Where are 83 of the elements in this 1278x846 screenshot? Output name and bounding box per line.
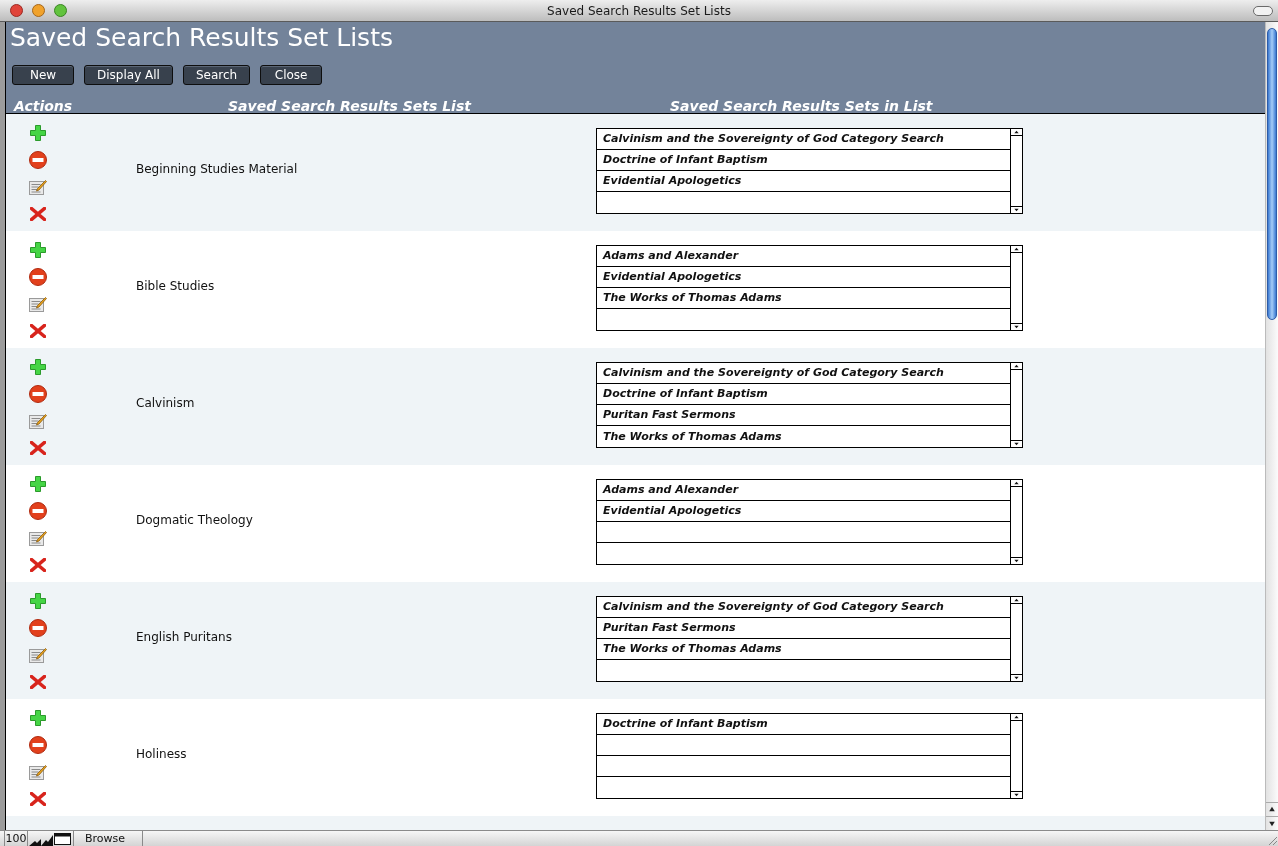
scrollbar[interactable] bbox=[1265, 22, 1278, 830]
list-item[interactable]: The Works of Thomas Adams bbox=[603, 291, 782, 305]
up-arrow-icon[interactable] bbox=[1011, 363, 1022, 370]
plus-icon[interactable] bbox=[30, 476, 46, 492]
x-icon[interactable] bbox=[30, 675, 46, 689]
zoom-icon[interactable] bbox=[54, 4, 67, 17]
list-item[interactable]: Evidential Apologetics bbox=[603, 504, 742, 518]
plus-icon[interactable] bbox=[30, 125, 46, 141]
down-arrow-icon[interactable] bbox=[1011, 440, 1022, 447]
plus-icon[interactable] bbox=[30, 242, 46, 258]
minimize-icon[interactable] bbox=[32, 4, 45, 17]
down-arrow-icon[interactable] bbox=[1011, 323, 1022, 330]
x-icon[interactable] bbox=[30, 558, 46, 572]
list-scrollbar[interactable] bbox=[1010, 246, 1022, 330]
list-item[interactable]: Evidential Apologetics bbox=[603, 174, 742, 188]
list-scrollbar[interactable] bbox=[1010, 363, 1022, 447]
minus-icon[interactable] bbox=[29, 268, 47, 286]
zoom-level[interactable]: 100 bbox=[4, 831, 28, 846]
window-icon[interactable] bbox=[54, 832, 71, 845]
note-pencil-icon[interactable] bbox=[29, 179, 47, 195]
list-name: Bible Studies bbox=[136, 279, 215, 293]
list-name: Calvinism bbox=[136, 396, 195, 410]
up-arrow-icon[interactable] bbox=[1011, 597, 1022, 604]
list-name: Holiness bbox=[136, 747, 187, 761]
list-name: Dogmatic Theology bbox=[136, 513, 253, 527]
column-heading: Saved Search Results Sets List bbox=[228, 98, 471, 114]
down-arrow-icon[interactable] bbox=[1011, 557, 1022, 564]
list-scrollbar[interactable] bbox=[1010, 597, 1022, 681]
list-item[interactable]: Doctrine of Infant Baptism bbox=[603, 153, 768, 167]
x-icon[interactable] bbox=[30, 441, 46, 455]
note-pencil-icon[interactable] bbox=[29, 296, 47, 312]
down-arrow-icon[interactable] bbox=[1011, 791, 1022, 798]
x-icon[interactable] bbox=[30, 792, 46, 806]
up-arrow-icon[interactable] bbox=[1011, 480, 1022, 487]
window-title: Saved Search Results Set Lists bbox=[547, 2, 731, 19]
list-name: Beginning Studies Material bbox=[136, 162, 298, 176]
list-item[interactable]: Calvinism and the Sovereignty of God Category Search bbox=[603, 132, 944, 146]
plus-icon[interactable] bbox=[30, 593, 46, 609]
list-scrollbar[interactable] bbox=[1010, 714, 1022, 798]
toolbar-button[interactable]: Search bbox=[182, 65, 251, 85]
toolbar-button[interactable]: New bbox=[12, 65, 74, 85]
list-item[interactable]: The Works of Thomas Adams bbox=[603, 429, 782, 444]
toolbar-button[interactable]: Display All bbox=[84, 65, 173, 85]
note-pencil-icon[interactable] bbox=[29, 530, 47, 546]
minus-icon[interactable] bbox=[29, 736, 47, 754]
note-pencil-icon[interactable] bbox=[29, 413, 47, 429]
list-scrollbar[interactable] bbox=[1010, 480, 1022, 564]
list-item[interactable]: Puritan Fast Sermons bbox=[603, 621, 736, 635]
up-arrow-icon[interactable] bbox=[1011, 714, 1022, 721]
list-item[interactable]: Puritan Fast Sermons bbox=[603, 408, 736, 422]
list-item[interactable]: Adams and Alexander bbox=[603, 249, 739, 263]
scrollbar-thumb[interactable] bbox=[1267, 28, 1277, 320]
minus-icon[interactable] bbox=[29, 619, 47, 637]
list-name: English Puritans bbox=[136, 630, 232, 644]
layout-title: Saved Search Results Set Lists bbox=[9, 22, 393, 54]
large-mountain-icon[interactable] bbox=[41, 834, 53, 846]
list-scrollbar[interactable] bbox=[1010, 129, 1022, 213]
list-item[interactable]: Adams and Alexander bbox=[603, 483, 739, 497]
toolbar-toggle-icon[interactable] bbox=[1253, 5, 1273, 16]
toolbar-button[interactable]: Close bbox=[260, 65, 323, 85]
column-heading: Actions bbox=[14, 98, 73, 114]
close-icon[interactable] bbox=[10, 4, 23, 17]
mode-label[interactable]: Browse bbox=[73, 831, 143, 846]
note-pencil-icon[interactable] bbox=[29, 647, 47, 663]
note-pencil-icon[interactable] bbox=[29, 764, 47, 780]
up-arrow-icon[interactable] bbox=[1011, 129, 1022, 136]
list-item[interactable]: Calvinism and the Sovereignty of God Category Search bbox=[603, 600, 944, 614]
plus-icon[interactable] bbox=[30, 359, 46, 375]
down-arrow-icon[interactable] bbox=[1011, 206, 1022, 213]
list-item[interactable]: Doctrine of Infant Baptism bbox=[603, 387, 768, 401]
minus-icon[interactable] bbox=[29, 502, 47, 520]
list-item[interactable]: The Works of Thomas Adams bbox=[603, 642, 782, 656]
column-heading: Saved Search Results Sets in List bbox=[670, 98, 933, 114]
up-arrow-icon[interactable] bbox=[1011, 246, 1022, 253]
list-item[interactable]: Doctrine of Infant Baptism bbox=[603, 717, 768, 731]
down-arrow-icon[interactable] bbox=[1011, 674, 1022, 681]
x-icon[interactable] bbox=[30, 324, 46, 338]
minus-icon[interactable] bbox=[29, 151, 47, 169]
plus-icon[interactable] bbox=[30, 710, 46, 726]
list-item[interactable]: Evidential Apologetics bbox=[603, 270, 742, 284]
list-item[interactable]: Calvinism and the Sovereignty of God Category Search bbox=[603, 366, 944, 380]
x-icon[interactable] bbox=[30, 207, 46, 221]
minus-icon[interactable] bbox=[29, 385, 47, 403]
